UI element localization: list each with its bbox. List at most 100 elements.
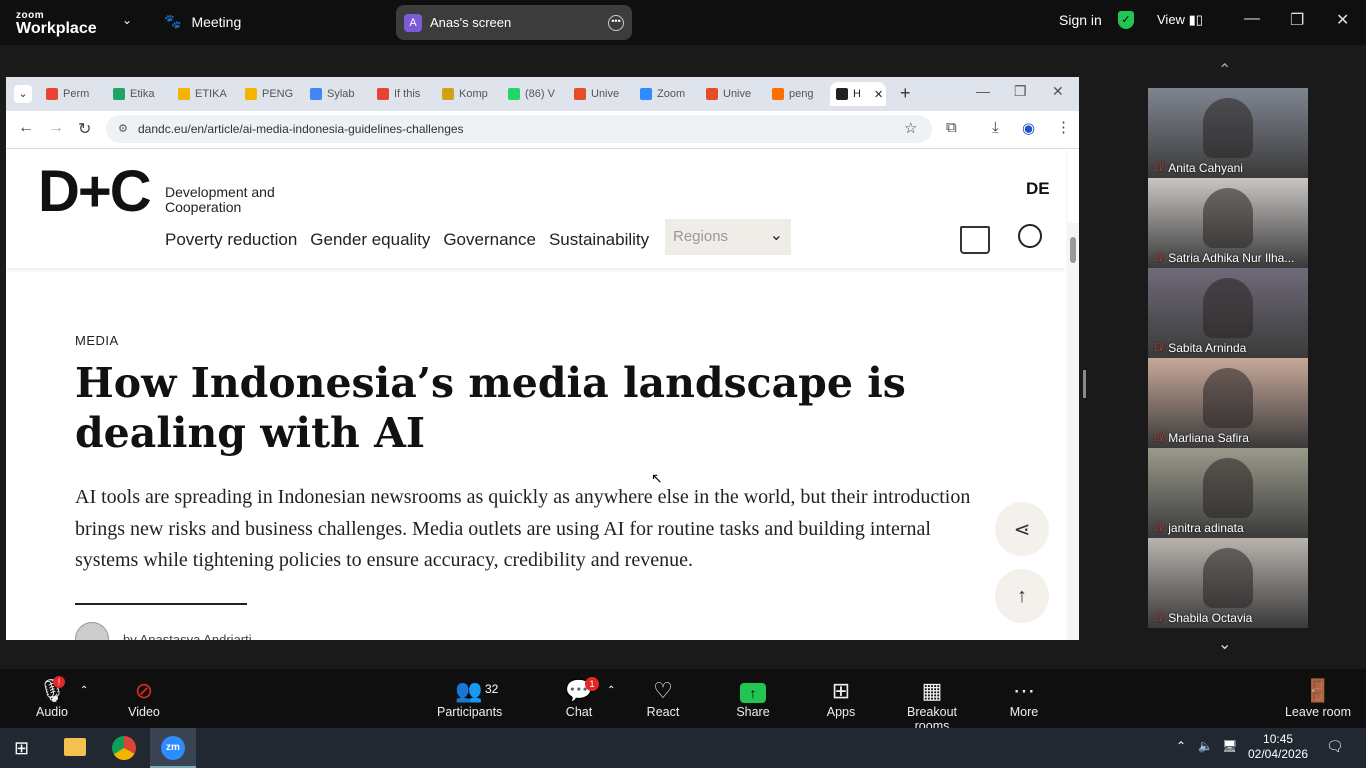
tab-search-icon[interactable]: ⌄ xyxy=(14,85,32,103)
favicon-icon xyxy=(377,88,389,100)
browser-tab[interactable]: peng xyxy=(766,82,826,106)
profile-icon[interactable]: ◉ xyxy=(1022,119,1035,137)
participant-tile[interactable]: 🎙̸ Satria Adhika Nur Ilha... xyxy=(1148,178,1308,268)
download-icon[interactable]: ⤓ xyxy=(992,119,999,136)
participants-count: 32 xyxy=(485,682,499,696)
address-bar-row: ← → ↻ dandc.eu/en/article/ai-media-indon… xyxy=(6,111,1079,149)
site-info-icon[interactable]: ⚙ xyxy=(118,122,128,135)
screen-share-indicator[interactable]: A Anas's screen ••• xyxy=(396,5,632,40)
scroll-top-icon[interactable]: ↑ xyxy=(995,569,1049,623)
back-icon[interactable]: ← xyxy=(18,119,34,137)
notifications-icon[interactable]: 🗨 xyxy=(1326,738,1344,755)
site-logo[interactable]: D+C xyxy=(38,158,152,225)
share-screen-button[interactable]: ↑ Share xyxy=(735,677,771,719)
close-icon[interactable]: ✕ xyxy=(1336,10,1349,30)
meeting-menu[interactable]: 🐾 Meeting xyxy=(164,13,241,30)
tray-chevron-icon[interactable]: ⌃ xyxy=(1176,739,1186,753)
scroll-down-icon[interactable]: ⌄ xyxy=(1218,634,1231,654)
volume-icon[interactable]: 🔈 xyxy=(1198,739,1213,753)
article-lead: AI tools are spreading in Indonesian new… xyxy=(75,486,971,571)
favicon-icon xyxy=(706,88,718,100)
participant-tile[interactable]: 🎙̸ Marliana Safira xyxy=(1148,358,1308,448)
browser-tab[interactable]: If this xyxy=(371,82,431,106)
sign-in-button[interactable]: Sign in xyxy=(1059,12,1102,28)
nav-item[interactable]: Gender equality xyxy=(310,230,430,250)
leave-room-button[interactable]: 🚪 Leave room xyxy=(1284,677,1352,719)
scrollbar-thumb[interactable] xyxy=(1070,237,1076,263)
favicon-icon xyxy=(442,88,454,100)
browser-tab[interactable]: Unive xyxy=(700,82,760,106)
browser-tab[interactable]: Perm xyxy=(40,82,100,106)
search-icon[interactable] xyxy=(1018,224,1042,248)
nav-item[interactable]: Sustainability xyxy=(549,230,649,250)
audio-options-icon[interactable]: ⌃ xyxy=(80,685,88,696)
video-button[interactable]: ⊘ Video xyxy=(126,677,162,719)
participant-name: Satria Adhika Nur Ilha... xyxy=(1168,251,1295,265)
browser-tab[interactable]: Unive xyxy=(568,82,628,106)
mic-muted-icon: 🎙̸ xyxy=(1154,432,1163,444)
chevron-down-icon[interactable]: ⌄ xyxy=(122,13,132,27)
participant-video xyxy=(1203,458,1253,518)
participant-tile[interactable]: 🎙̸ janitra adinata xyxy=(1148,448,1308,538)
bookmark-star-icon[interactable]: ☆ xyxy=(904,119,917,137)
nav-item[interactable]: Governance xyxy=(443,230,536,250)
participant-tile[interactable]: 🎙̸ Sabita Arninda xyxy=(1148,268,1308,358)
mouse-cursor-icon: ↖ xyxy=(651,470,663,486)
participant-tile[interactable]: 🎙̸ Shabila Octavia xyxy=(1148,538,1308,628)
browser-tab[interactable]: Komp xyxy=(436,82,496,106)
browser-tab[interactable]: (86) V xyxy=(502,82,562,106)
browser-close-icon[interactable]: ✕ xyxy=(1052,83,1064,100)
breakout-rooms-icon: ▦ xyxy=(921,678,943,703)
more-button[interactable]: ⋯ More xyxy=(1006,677,1042,719)
participant-video xyxy=(1203,278,1253,338)
browser-tab[interactable]: H ✕ xyxy=(830,82,886,106)
apps-button[interactable]: ⊞ Apps xyxy=(823,677,859,719)
shield-icon[interactable]: ✓ xyxy=(1118,11,1134,29)
exit-icon: 🚪 xyxy=(1304,678,1332,703)
article-category[interactable]: MEDIA xyxy=(75,333,119,348)
zoom-taskbar-item[interactable]: zm xyxy=(150,728,196,768)
forward-icon[interactable]: → xyxy=(48,119,64,137)
extensions-icon[interactable]: ⧉ xyxy=(946,119,957,136)
chat-options-icon[interactable]: ⌃ xyxy=(607,685,615,696)
regions-select[interactable]: Regions ⌄ xyxy=(665,219,791,255)
browser-tab[interactable]: Etika xyxy=(107,82,167,106)
browser-tab[interactable]: Sylab xyxy=(304,82,364,106)
browser-tab[interactable]: PENG xyxy=(239,82,299,106)
split-handle[interactable] xyxy=(1083,370,1086,398)
browser-restore-icon[interactable]: ❐ xyxy=(1014,83,1027,100)
browser-minimize-icon[interactable]: — xyxy=(976,83,990,99)
apps-icon: ⊞ xyxy=(831,678,851,703)
chrome-icon[interactable] xyxy=(112,736,136,760)
participant-tile[interactable]: 🎙̸ Anita Cahyani xyxy=(1148,88,1308,178)
new-tab-button[interactable]: + xyxy=(900,83,911,104)
participant-video xyxy=(1203,548,1253,608)
mic-muted-icon: 🎙̸ xyxy=(1154,522,1163,534)
browser-tab[interactable]: Zoom xyxy=(634,82,694,106)
more-icon[interactable]: ••• xyxy=(608,14,624,31)
clock[interactable]: 10:45 02/04/2026 xyxy=(1248,732,1308,762)
reload-icon[interactable]: ↻ xyxy=(78,119,91,139)
site-logo-subtitle: Development and Cooperation xyxy=(165,184,275,215)
network-icon[interactable]: 🖥 xyxy=(1222,739,1237,753)
video-off-icon: ⊘ xyxy=(134,678,154,703)
url-field[interactable]: dandc.eu/en/article/ai-media-indonesia-g… xyxy=(106,115,932,143)
react-button[interactable]: ♡ React xyxy=(645,677,681,719)
scrollbar[interactable] xyxy=(1067,223,1079,640)
share-icon[interactable]: ⋖ xyxy=(995,502,1049,556)
tab-close-icon[interactable]: ✕ xyxy=(874,88,883,101)
language-switch[interactable]: DE xyxy=(1026,179,1050,199)
menu-icon[interactable]: ⋮ xyxy=(1056,118,1071,136)
minimize-icon[interactable]: — xyxy=(1244,10,1260,28)
restore-icon[interactable]: ❐ xyxy=(1290,10,1304,30)
windows-start-icon[interactable]: ⊞ xyxy=(14,738,29,759)
browser-tab[interactable]: ETIKA xyxy=(172,82,232,106)
favicon-icon xyxy=(640,88,652,100)
nav-item[interactable]: Poverty reduction xyxy=(165,230,297,250)
view-button[interactable]: View ▮▯ xyxy=(1157,12,1203,28)
magazine-icon[interactable] xyxy=(960,226,990,254)
participant-video xyxy=(1203,98,1253,158)
file-explorer-icon[interactable] xyxy=(64,738,86,756)
breakout-rooms-button[interactable]: ▦ Breakout rooms xyxy=(888,677,976,733)
scroll-up-icon[interactable]: ⌃ xyxy=(1218,60,1231,80)
